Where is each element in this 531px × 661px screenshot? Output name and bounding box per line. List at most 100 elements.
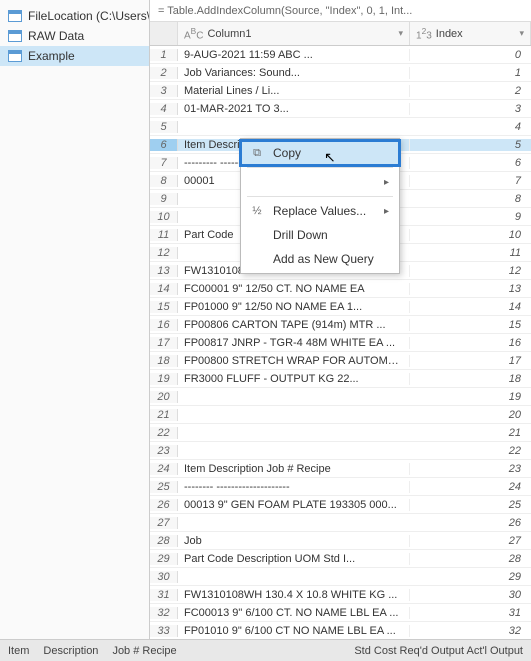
cell[interactable]: FP01010 9" 6/100 CT NO NAME LBL EA ...: [178, 625, 410, 637]
row-number[interactable]: 3: [150, 85, 178, 97]
cell[interactable]: 27: [410, 535, 531, 547]
table-row[interactable]: 4 01-MAR-2021 TO 3...3: [150, 100, 531, 118]
row-number[interactable]: 31: [150, 589, 178, 601]
table-row[interactable]: 16 FP00806 CARTON TAPE (914m) MTR ...15: [150, 316, 531, 334]
cell[interactable]: 13: [410, 283, 531, 295]
row-number[interactable]: 20: [150, 391, 178, 403]
table-row[interactable]: 15 FP01000 9" 12/50 NO NAME EA 1...14: [150, 298, 531, 316]
cell[interactable]: 28: [410, 553, 531, 565]
query-item[interactable]: RAW Data: [0, 26, 149, 46]
cell[interactable]: 26: [410, 517, 531, 529]
cell[interactable]: Item Description Job # Recipe: [178, 463, 410, 475]
row-number[interactable]: 5: [150, 121, 178, 133]
row-number[interactable]: 7: [150, 157, 178, 169]
row-number[interactable]: 24: [150, 463, 178, 475]
cell[interactable]: 19: [410, 391, 531, 403]
cell[interactable]: 31: [410, 607, 531, 619]
row-number[interactable]: 15: [150, 301, 178, 313]
cell[interactable]: 6: [410, 157, 531, 169]
row-number[interactable]: 23: [150, 445, 178, 457]
row-number[interactable]: 10: [150, 211, 178, 223]
cell[interactable]: 15: [410, 319, 531, 331]
row-number[interactable]: 28: [150, 535, 178, 547]
cell[interactable]: 7: [410, 175, 531, 187]
table-row[interactable]: 28 Job27: [150, 532, 531, 550]
cell[interactable]: FC00013 9" 6/100 CT. NO NAME LBL EA ...: [178, 607, 410, 619]
cell[interactable]: 3: [410, 103, 531, 115]
cell[interactable]: FW1310108WH 130.4 X 10.8 WHITE KG ...: [178, 589, 410, 601]
cell[interactable]: 8: [410, 193, 531, 205]
dropdown-icon[interactable]: ▾: [398, 28, 403, 39]
cell[interactable]: 16: [410, 337, 531, 349]
cell[interactable]: FP00806 CARTON TAPE (914m) MTR ...: [178, 319, 410, 331]
table-row[interactable]: 2 Job Variances: Sound...1: [150, 64, 531, 82]
cell[interactable]: 2: [410, 85, 531, 97]
cell[interactable]: 30: [410, 589, 531, 601]
row-number[interactable]: 33: [150, 625, 178, 637]
cell[interactable]: 12: [410, 265, 531, 277]
table-row[interactable]: 32 FC00013 9" 6/100 CT. NO NAME LBL EA .…: [150, 604, 531, 622]
table-row[interactable]: 29 Part Code Description UOM Std I...28: [150, 550, 531, 568]
cell[interactable]: 11: [410, 247, 531, 259]
table-row[interactable]: 18 FP00800 STRETCH WRAP FOR AUTOMATI ...…: [150, 352, 531, 370]
cell[interactable]: 20: [410, 409, 531, 421]
cell[interactable]: FP01000 9" 12/50 NO NAME EA 1...: [178, 301, 410, 313]
row-number[interactable]: 25: [150, 481, 178, 493]
cell[interactable]: 9-AUG-2021 11:59 ABC ...: [178, 49, 410, 61]
table-row[interactable]: 2019: [150, 388, 531, 406]
table-row[interactable]: 25-------- --------------------24: [150, 478, 531, 496]
table-row[interactable]: 31 FW1310108WH 130.4 X 10.8 WHITE KG ...…: [150, 586, 531, 604]
table-row[interactable]: 2322: [150, 442, 531, 460]
cell[interactable]: 23: [410, 463, 531, 475]
cell[interactable]: 32: [410, 625, 531, 637]
row-number[interactable]: 18: [150, 355, 178, 367]
row-number[interactable]: 12: [150, 247, 178, 259]
row-number[interactable]: 27: [150, 517, 178, 529]
menu-item-submenu[interactable]: ▸: [241, 170, 399, 194]
column-header[interactable]: 123 Index ▾: [410, 22, 531, 45]
query-item[interactable]: Example: [0, 46, 149, 66]
table-row[interactable]: 14 FC00001 9" 12/50 CT. NO NAME EA13: [150, 280, 531, 298]
row-number[interactable]: 22: [150, 427, 178, 439]
cell[interactable]: 5: [410, 139, 531, 151]
row-number[interactable]: 30: [150, 571, 178, 583]
dropdown-icon[interactable]: ▾: [519, 28, 524, 39]
row-number[interactable]: 19: [150, 373, 178, 385]
cell[interactable]: 29: [410, 571, 531, 583]
menu-item-replace-values[interactable]: ½ Replace Values... ▸: [241, 199, 399, 223]
cell[interactable]: Part Code Description UOM Std I...: [178, 553, 410, 565]
table-row[interactable]: 30 29: [150, 568, 531, 586]
row-number[interactable]: 32: [150, 607, 178, 619]
menu-item-copy[interactable]: ⧉ Copy: [241, 141, 399, 165]
row-number[interactable]: 29: [150, 553, 178, 565]
column-header[interactable]: ABC Column1 ▾: [178, 22, 410, 45]
cell[interactable]: FP00817 JNRP - TGR-4 48M WHITE EA ...: [178, 337, 410, 349]
cell[interactable]: FC00001 9" 12/50 CT. NO NAME EA: [178, 283, 410, 295]
table-row[interactable]: 33 FP01010 9" 6/100 CT NO NAME LBL EA ..…: [150, 622, 531, 639]
row-number[interactable]: 13: [150, 265, 178, 277]
row-number[interactable]: 2: [150, 67, 178, 79]
table-row[interactable]: 24Item Description Job # Recipe23: [150, 460, 531, 478]
table-row[interactable]: 17 FP00817 JNRP - TGR-4 48M WHITE EA ...…: [150, 334, 531, 352]
table-row[interactable]: 3 Material Lines / Li...2: [150, 82, 531, 100]
formula-bar[interactable]: = Table.AddIndexColumn(Source, "Index", …: [150, 0, 531, 22]
row-number[interactable]: 9: [150, 193, 178, 205]
table-row[interactable]: 19 FR3000 FLUFF - OUTPUT KG 22...18: [150, 370, 531, 388]
menu-item-add-new-query[interactable]: Add as New Query: [241, 247, 399, 271]
cell[interactable]: -------- --------------------: [178, 481, 410, 493]
cell[interactable]: 17: [410, 355, 531, 367]
table-row[interactable]: 22 21: [150, 424, 531, 442]
row-number[interactable]: 14: [150, 283, 178, 295]
cell[interactable]: 21: [410, 427, 531, 439]
menu-item-drill-down[interactable]: Drill Down: [241, 223, 399, 247]
row-number[interactable]: 11: [150, 229, 178, 241]
query-item[interactable]: FileLocation (C:\Users\lisde...: [0, 6, 149, 26]
row-number[interactable]: 1: [150, 49, 178, 61]
cell[interactable]: 9: [410, 211, 531, 223]
row-number[interactable]: 21: [150, 409, 178, 421]
cell[interactable]: 1: [410, 67, 531, 79]
cell[interactable]: 01-MAR-2021 TO 3...: [178, 103, 410, 115]
table-row[interactable]: 21 20: [150, 406, 531, 424]
row-number[interactable]: 17: [150, 337, 178, 349]
cell[interactable]: 0: [410, 49, 531, 61]
